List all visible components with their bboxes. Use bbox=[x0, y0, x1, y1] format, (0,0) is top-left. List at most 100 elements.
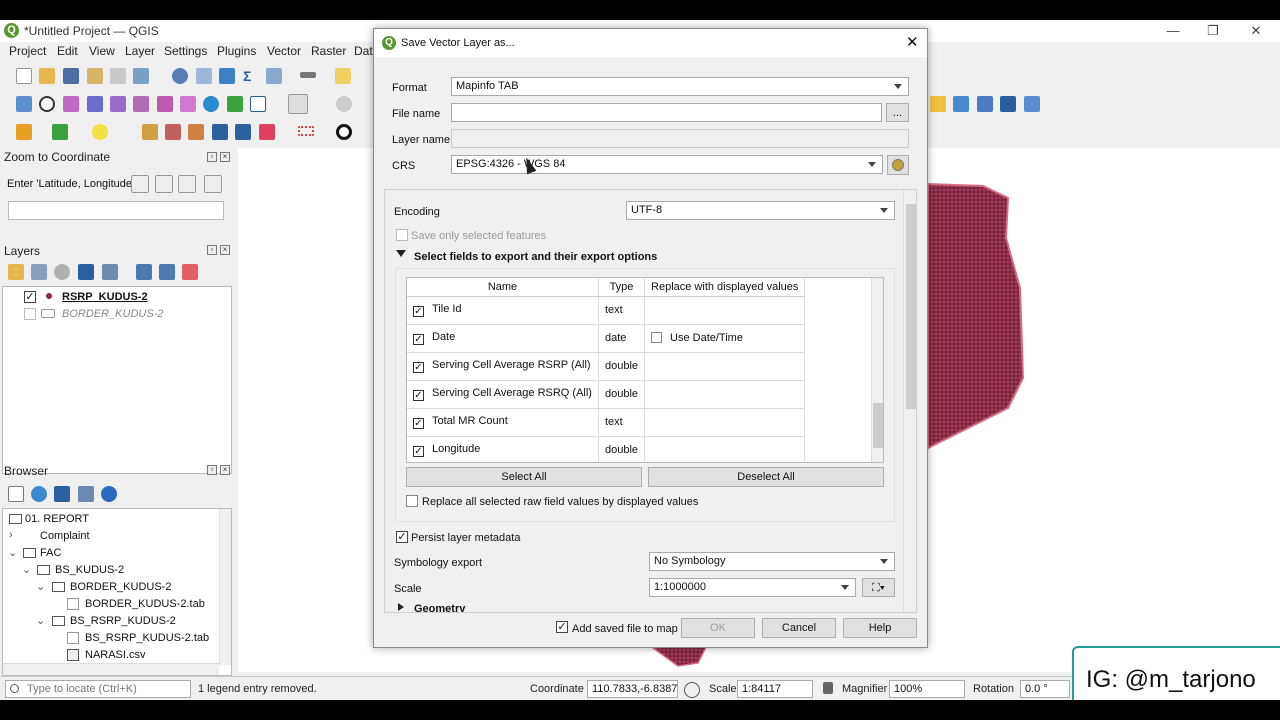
float-panel-button[interactable]: ▫ bbox=[207, 152, 217, 162]
circle-icon[interactable] bbox=[336, 124, 352, 140]
invert-selection-icon[interactable] bbox=[180, 96, 196, 112]
scroll-thumb[interactable] bbox=[873, 403, 883, 448]
browse-button[interactable]: ... bbox=[886, 103, 909, 122]
float-browser-button[interactable]: ▫ bbox=[207, 465, 217, 475]
grid-icon[interactable] bbox=[298, 126, 314, 136]
expand-arrow-icon[interactable]: › bbox=[9, 529, 13, 541]
collapse-arrow-icon[interactable]: ⌄ bbox=[8, 546, 17, 559]
format-select[interactable]: Mapinfo TAB bbox=[451, 77, 909, 96]
tree-item[interactable]: BORDER_KUDUS-2.tab bbox=[85, 598, 205, 610]
lock-icon[interactable] bbox=[823, 682, 833, 694]
filter-remove-icon[interactable] bbox=[235, 124, 251, 140]
collapse-icon[interactable] bbox=[78, 486, 94, 502]
merge-icon[interactable] bbox=[977, 96, 993, 112]
scale-from-map-button[interactable]: ⛶▾ bbox=[862, 578, 895, 597]
select-icon[interactable] bbox=[63, 96, 79, 112]
menu-view[interactable]: View bbox=[89, 44, 115, 58]
options-scrollbar[interactable] bbox=[903, 190, 916, 612]
attribute-table-icon[interactable] bbox=[196, 68, 212, 84]
layers-filter-icon[interactable] bbox=[78, 264, 94, 280]
cancel-button[interactable]: Cancel bbox=[762, 618, 836, 638]
style-manager-icon[interactable] bbox=[133, 68, 149, 84]
identify-icon[interactable] bbox=[172, 68, 188, 84]
layout-icon[interactable] bbox=[87, 68, 103, 84]
symbology-select[interactable]: No Symbology bbox=[649, 552, 895, 571]
close-browser-button[interactable]: × bbox=[220, 465, 230, 475]
refresh-icon[interactable] bbox=[39, 96, 55, 112]
clipboard-icon[interactable] bbox=[155, 175, 173, 193]
collapse-arrow-icon[interactable]: ⌄ bbox=[36, 614, 45, 627]
collapse-all-icon[interactable] bbox=[159, 264, 175, 280]
tree-item[interactable]: BS_RSRP_KUDUS-2.tab bbox=[85, 632, 209, 644]
pencil-icon[interactable] bbox=[142, 124, 158, 140]
ok-button[interactable]: OK bbox=[681, 618, 755, 638]
label-icon[interactable] bbox=[259, 124, 275, 140]
statistics-icon[interactable]: Σ bbox=[243, 68, 259, 84]
eye-icon[interactable] bbox=[54, 264, 70, 280]
tree-item[interactable]: NARASI.csv bbox=[85, 649, 146, 661]
select-all-button[interactable]: Select All bbox=[406, 467, 642, 487]
gear-icon[interactable] bbox=[219, 68, 235, 84]
menu-edit[interactable]: Edit bbox=[57, 44, 78, 58]
persist-metadata-checkbox[interactable]: ✓ bbox=[396, 531, 408, 543]
tree-item[interactable]: BS_KUDUS-2 bbox=[55, 564, 124, 576]
crs-select[interactable]: EPSG:4326 - WGS 84 bbox=[451, 155, 883, 174]
wrench-icon[interactable] bbox=[178, 175, 196, 193]
menu-raster[interactable]: Raster bbox=[311, 44, 346, 58]
encoding-select[interactable]: UTF-8 bbox=[626, 201, 895, 220]
float-layers-button[interactable]: ▫ bbox=[207, 245, 217, 255]
vertex-tool-icon[interactable] bbox=[930, 96, 946, 112]
select-by-value-icon[interactable] bbox=[110, 96, 126, 112]
ruler-icon[interactable] bbox=[300, 72, 316, 78]
layout-manager-icon[interactable] bbox=[110, 68, 126, 84]
magnifier-field[interactable]: 100% bbox=[889, 680, 965, 698]
globe-icon[interactable] bbox=[203, 96, 219, 112]
remove-layer-icon[interactable] bbox=[182, 264, 198, 280]
close-layers-button[interactable]: × bbox=[220, 245, 230, 255]
deselect-all-button[interactable]: Deselect All bbox=[648, 467, 884, 487]
browser-refresh-icon[interactable] bbox=[31, 486, 47, 502]
geometry-section-title[interactable]: Geometry bbox=[414, 603, 465, 612]
digitize-icon[interactable] bbox=[16, 96, 32, 112]
use-datetime-checkbox[interactable] bbox=[651, 332, 663, 343]
select-location-icon[interactable] bbox=[157, 96, 173, 112]
layer-name-border[interactable]: BORDER_KUDUS-2 bbox=[62, 308, 163, 320]
section-collapse-icon[interactable] bbox=[396, 250, 406, 257]
add-selected-icon[interactable] bbox=[8, 486, 24, 502]
add-vector-icon[interactable] bbox=[16, 124, 32, 140]
save-project-icon[interactable] bbox=[63, 68, 79, 84]
info-icon[interactable] bbox=[101, 486, 117, 502]
tree-item[interactable]: Complaint bbox=[40, 530, 90, 542]
toggle-extents-icon[interactable] bbox=[684, 682, 700, 698]
clear-icon[interactable] bbox=[204, 175, 222, 193]
add-group-icon[interactable] bbox=[31, 264, 47, 280]
zoom-in-icon[interactable] bbox=[336, 96, 352, 112]
annotation-icon[interactable] bbox=[335, 68, 351, 84]
menu-settings[interactable]: Settings bbox=[164, 44, 207, 58]
fields-table-scrollbar[interactable] bbox=[871, 278, 883, 462]
zoom-magnifier-icon[interactable] bbox=[131, 175, 149, 193]
layername-input[interactable] bbox=[451, 129, 909, 148]
add-to-map-checkbox[interactable]: ✓ bbox=[556, 621, 568, 633]
field-checkbox[interactable]: ✓ bbox=[413, 446, 424, 457]
measure-icon[interactable] bbox=[266, 68, 282, 84]
expand-all-icon[interactable] bbox=[136, 264, 152, 280]
add-raster-icon[interactable] bbox=[52, 124, 68, 140]
field-checkbox[interactable]: ✓ bbox=[413, 390, 424, 401]
tree-item[interactable]: BORDER_KUDUS-2 bbox=[70, 581, 171, 593]
menu-plugins[interactable]: Plugins bbox=[217, 44, 256, 58]
browser-hscrollbar[interactable] bbox=[3, 663, 219, 675]
replace-all-checkbox[interactable] bbox=[406, 495, 418, 507]
edit-icon[interactable] bbox=[165, 124, 181, 140]
scale-select[interactable]: 1:1000000 bbox=[649, 578, 856, 597]
collapse-arrow-icon[interactable]: ⌄ bbox=[36, 580, 45, 593]
tree-item[interactable]: FAC bbox=[40, 547, 61, 559]
browser-scrollbar[interactable] bbox=[219, 509, 231, 665]
filter-icon[interactable] bbox=[212, 124, 228, 140]
field-checkbox[interactable]: ✓ bbox=[413, 334, 424, 345]
coordinate-input[interactable] bbox=[8, 201, 224, 220]
column-header-type[interactable]: Type bbox=[598, 278, 646, 297]
reshape-icon[interactable] bbox=[1024, 96, 1040, 112]
coordinate-field[interactable]: 110.7833,-6.8387 bbox=[587, 680, 678, 698]
menu-layer[interactable]: Layer bbox=[125, 44, 155, 58]
